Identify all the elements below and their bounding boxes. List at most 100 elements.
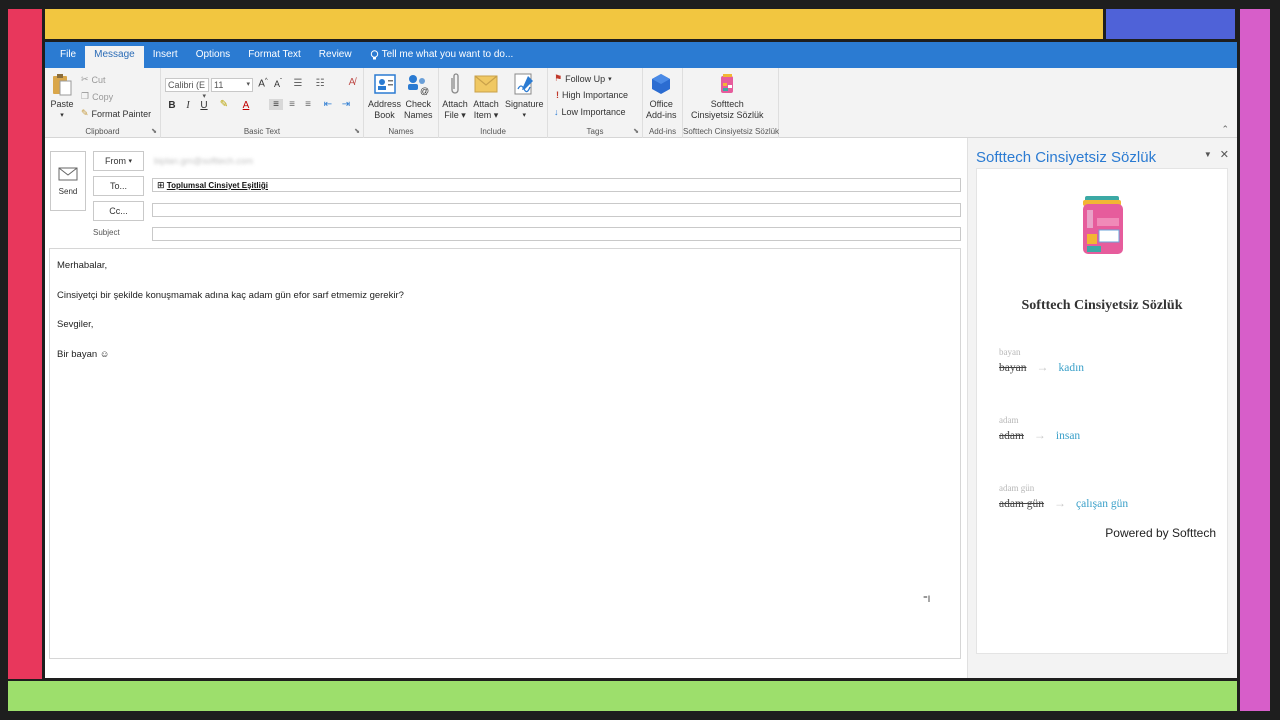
send-button[interactable]: Send	[50, 151, 86, 211]
high-importance-button[interactable]: ! High Importance	[556, 90, 628, 100]
tab-format-text[interactable]: Format Text	[239, 46, 310, 64]
entry-key: bayan	[999, 347, 1021, 357]
entry-old-word: adam	[999, 429, 1024, 442]
pane-menu-icon[interactable]: ▼	[1204, 150, 1212, 161]
clear-formatting-icon[interactable]: A̸	[345, 77, 359, 88]
highlight-icon[interactable]: ✎	[217, 99, 231, 110]
signature-button[interactable]: Signature ▾	[505, 72, 544, 121]
paste-dropdown-icon: ▾	[60, 112, 64, 119]
from-address: biplan.gm@softtech.com	[154, 156, 254, 166]
attach-file-button[interactable]: Attach File ▾	[442, 72, 468, 121]
send-label: Send	[58, 186, 78, 196]
menu-bar: File Message Insert Options Format Text …	[45, 42, 1237, 68]
basic-text-group-label: Basic Text	[243, 127, 281, 136]
shrink-font-icon[interactable]: Aˇ	[271, 79, 285, 89]
increase-indent-icon[interactable]: ⇥	[339, 99, 353, 110]
message-body[interactable]: Merhabalar, Cinsiyetçi bir şekilde konuş…	[49, 248, 961, 659]
attach-file-label-1: Attach	[442, 99, 468, 109]
bold-button[interactable]: B	[165, 100, 179, 111]
signature-icon	[511, 72, 537, 96]
entry-new-word[interactable]: insan	[1056, 430, 1080, 442]
entry-new-word[interactable]: çalışan gün	[1076, 498, 1128, 510]
names-group-label: Names	[388, 127, 414, 136]
body-line: Merhabalar,	[57, 260, 108, 271]
to-field[interactable]: ⊞ Toplumsal Cinsiyet Eşitliği	[152, 178, 961, 192]
exclamation-icon: !	[556, 90, 559, 100]
dialog-launcher-icon[interactable]: ⬊	[151, 127, 157, 135]
to-recipient[interactable]: Toplumsal Cinsiyet Eşitliği	[167, 181, 268, 190]
expand-group-icon[interactable]: ⊞	[157, 180, 165, 190]
text-cursor-icon: ⁼I	[923, 594, 931, 604]
format-painter-label: Format Painter	[91, 108, 152, 119]
flag-icon: ⚑	[554, 73, 563, 83]
bullets-icon[interactable]: ☰	[291, 78, 305, 89]
subject-field[interactable]	[152, 227, 961, 241]
powered-by: Powered by Softtech	[1105, 526, 1216, 540]
down-arrow-icon: ↓	[554, 107, 559, 117]
font-name-select[interactable]: Calibri (E ▾	[165, 78, 209, 100]
softtech-button-label-2: Cinsiyetsiz Sözlük	[691, 110, 764, 120]
font-color-icon[interactable]: A	[239, 100, 253, 111]
addin-task-pane: Softtech Cinsiyetsiz Sözlük ▼ ✕ Softtech…	[967, 138, 1237, 678]
cc-field[interactable]	[152, 203, 961, 217]
font-size-select[interactable]: 11 ▾	[211, 78, 253, 92]
underline-button[interactable]: U	[197, 100, 211, 111]
low-importance-label: Low Importance	[561, 107, 626, 117]
copy-button[interactable]: ❐ Copy	[81, 91, 113, 102]
attach-file-label-2: File ▾	[444, 110, 466, 120]
office-addins-button[interactable]: Office Add-ins	[646, 72, 677, 121]
tell-me-box[interactable]: Tell me what you want to do...	[361, 46, 523, 64]
entry-new-word[interactable]: kadın	[1058, 362, 1084, 374]
softtech-button[interactable]: Softtech Cinsiyetsiz Sözlük	[691, 72, 764, 121]
tab-review[interactable]: Review	[310, 46, 361, 64]
body-line: Cinsiyetçi bir şekilde konuşmamak adına …	[57, 289, 404, 301]
entry-key: adam	[999, 415, 1019, 425]
frame-left-bar	[8, 9, 42, 679]
grow-font-icon[interactable]: A^	[256, 78, 270, 89]
addins-group-label: Add-ins	[648, 127, 677, 136]
follow-up-label: Follow Up	[565, 73, 606, 84]
follow-up-button[interactable]: ⚑ Follow Up ▾	[554, 73, 612, 84]
check-names-label-1: Check	[405, 99, 432, 109]
low-importance-button[interactable]: ↓ Low Importance	[554, 107, 626, 117]
envelope-icon	[473, 72, 499, 96]
close-icon[interactable]: ✕	[1220, 148, 1229, 161]
send-icon	[58, 167, 78, 180]
names-group: Address Book @ Check Names Names	[364, 68, 439, 138]
copy-icon: ❐	[81, 91, 90, 101]
align-left-icon[interactable]: ≡	[269, 99, 283, 110]
numbering-icon[interactable]: ☷	[313, 78, 327, 89]
italic-button[interactable]: I	[181, 100, 195, 111]
address-book-button[interactable]: Address Book	[368, 72, 401, 121]
cc-button[interactable]: Cc...	[93, 201, 144, 221]
cut-button[interactable]: ✂ Cut	[81, 74, 106, 85]
paste-button[interactable]: Paste ▾	[49, 72, 75, 121]
softtech-button-label-1: Softtech	[710, 99, 744, 109]
clipboard-group-label: Clipboard	[85, 127, 120, 136]
align-center-icon[interactable]: ≡	[285, 99, 299, 110]
compose-area: Send From ▾ biplan.gm@softtech.com To...…	[45, 138, 967, 678]
tab-options[interactable]: Options	[187, 46, 239, 64]
softtech-group-label: Softtech Cinsiyetsiz Sözlük	[683, 127, 780, 136]
body-line: Sevgiler,	[57, 319, 94, 330]
decrease-indent-icon[interactable]: ⇤	[321, 99, 335, 110]
format-painter-button[interactable]: ✎ Format Painter	[81, 108, 151, 119]
paperclip-icon	[442, 72, 468, 96]
office-addins-icon	[648, 72, 674, 96]
card-title: Softtech Cinsiyetsiz Sözlük	[1021, 298, 1183, 313]
ribbon: Paste ▾ ✂ Cut ❐ Copy ✎ Format Painter Clipb…	[45, 68, 1237, 138]
tab-insert[interactable]: Insert	[144, 46, 187, 64]
frame-bottom-bar	[8, 681, 1237, 711]
attach-item-button[interactable]: Attach Item ▾	[473, 72, 499, 121]
tab-message[interactable]: Message	[85, 46, 144, 68]
check-names-button[interactable]: @ Check Names	[404, 72, 433, 121]
scissors-icon: ✂	[81, 74, 89, 84]
collapse-ribbon-icon[interactable]: ⌃	[1221, 124, 1229, 135]
to-button[interactable]: To...	[93, 176, 144, 196]
tab-file[interactable]: File	[51, 46, 85, 64]
dialog-launcher-icon[interactable]: ⬊	[354, 127, 360, 135]
from-button[interactable]: From ▾	[93, 151, 144, 171]
dialog-launcher-icon[interactable]: ⬊	[633, 127, 639, 135]
pane-title: Softtech Cinsiyetsiz Sözlük	[976, 149, 1157, 166]
align-right-icon[interactable]: ≡	[301, 99, 315, 110]
